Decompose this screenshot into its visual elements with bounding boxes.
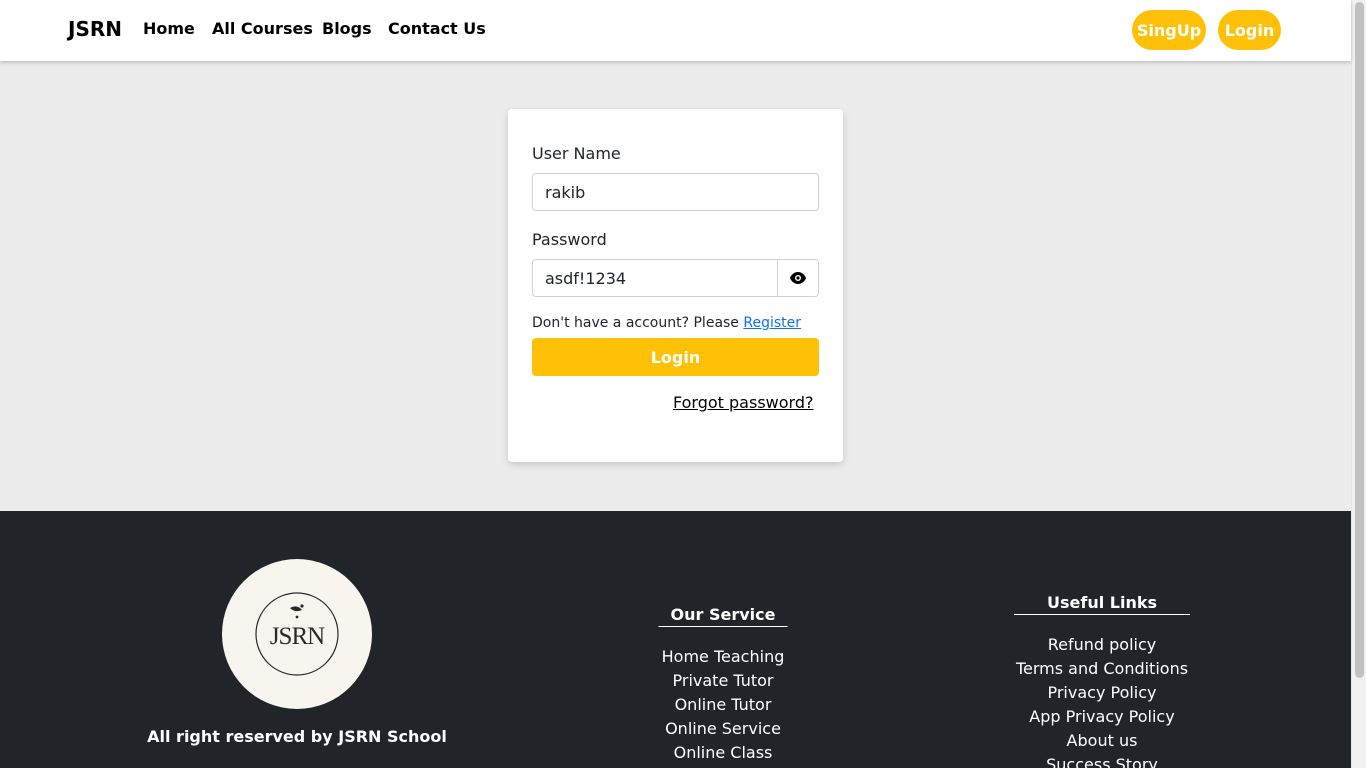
register-link[interactable]: Register xyxy=(743,315,801,331)
service-item[interactable]: Online Tutor xyxy=(659,693,788,717)
useful-links-title: Useful Links xyxy=(1013,593,1191,615)
nav-link-all-courses[interactable]: All Courses xyxy=(212,19,313,38)
password-label: Password xyxy=(532,230,607,249)
password-input[interactable]: asdf!1234 xyxy=(532,259,778,297)
username-input[interactable]: rakib xyxy=(532,173,819,211)
scrollbar-thumb[interactable] xyxy=(1355,2,1364,678)
service-column: Our Service Home Teaching Private Tutor … xyxy=(658,605,788,765)
footer-link[interactable]: About us xyxy=(1014,729,1190,753)
jsrn-seal-logo: JSRN xyxy=(255,592,339,676)
page-scrollbar[interactable] xyxy=(1351,0,1366,768)
footer-link[interactable]: Privacy Policy xyxy=(1014,681,1190,705)
brand-logo[interactable]: JSRN xyxy=(68,17,122,41)
service-item[interactable]: Home Teaching xyxy=(659,645,788,669)
service-item[interactable]: Private Tutor xyxy=(659,669,788,693)
register-hint: Don't have a account? Please Register xyxy=(532,315,801,331)
top-navbar: JSRN Home All Courses Blogs Contact Us S… xyxy=(0,0,1351,61)
eye-icon xyxy=(790,272,806,284)
footer-link[interactable]: Terms and Conditions xyxy=(1014,657,1190,681)
copyright-text: All right reserved by JSRN School xyxy=(147,727,447,746)
footer-logo: JSRN xyxy=(222,559,372,709)
username-label: User Name xyxy=(532,144,621,163)
login-submit-button[interactable]: Login xyxy=(532,338,819,376)
nav-link-blogs[interactable]: Blogs xyxy=(322,19,372,38)
logo-text: JSRN xyxy=(270,623,325,650)
useful-links-column: Useful Links Refund policy Terms and Con… xyxy=(1013,593,1191,768)
footer: JSRN All right reserved by JSRN School O… xyxy=(0,511,1351,768)
footer-link[interactable]: Success Story xyxy=(1014,753,1190,768)
password-toggle-button[interactable] xyxy=(777,259,819,297)
nav-link-contact-us[interactable]: Contact Us xyxy=(388,19,486,38)
footer-link[interactable]: Refund policy xyxy=(1014,633,1190,657)
nav-link-home[interactable]: Home xyxy=(143,19,195,38)
footer-link[interactable]: App Privacy Policy xyxy=(1014,705,1190,729)
login-card: User Name rakib Password asdf!1234 Don't… xyxy=(508,109,843,462)
nav-login-button[interactable]: Login xyxy=(1218,10,1281,50)
service-title: Our Service xyxy=(658,605,788,627)
signup-button[interactable]: SingUp xyxy=(1132,10,1206,50)
register-prompt-text: Don't have a account? Please xyxy=(532,315,739,331)
forgot-password-link[interactable]: Forgot password? xyxy=(673,393,813,412)
service-item[interactable]: Online Service xyxy=(659,717,788,741)
service-item[interactable]: Online Class xyxy=(659,741,788,765)
